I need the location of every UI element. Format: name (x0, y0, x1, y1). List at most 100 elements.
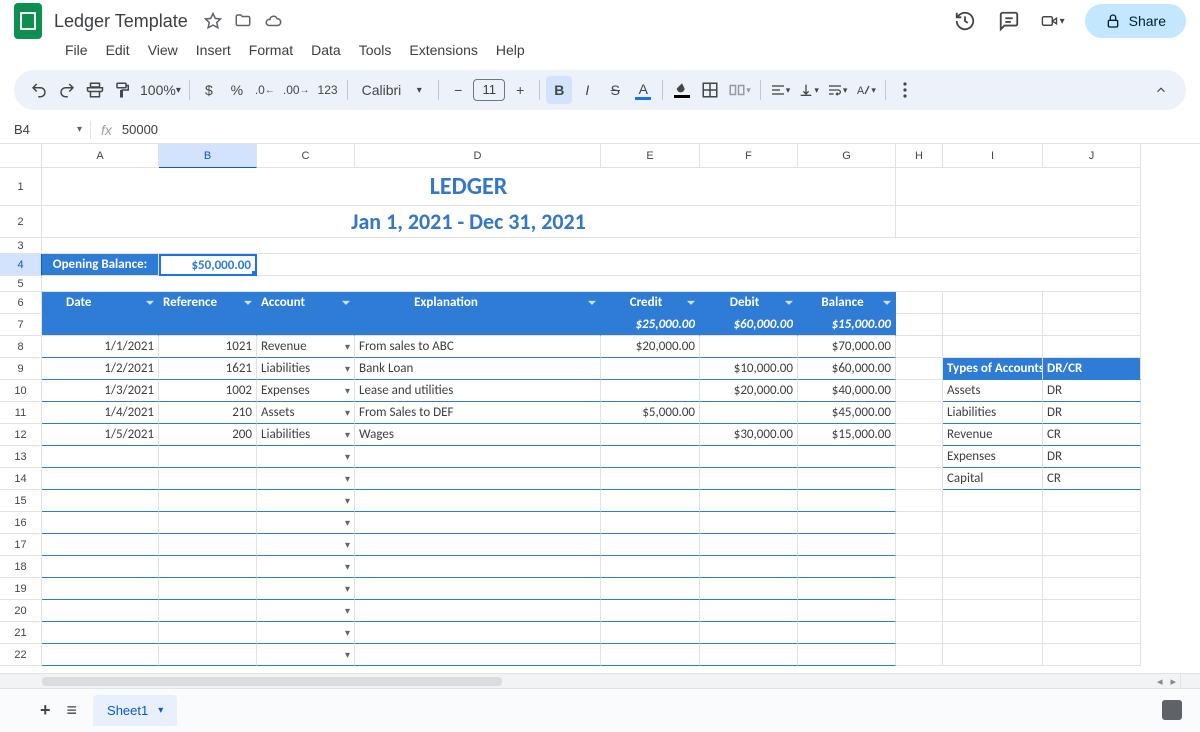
cell-debit[interactable] (700, 336, 798, 358)
cell-date[interactable] (42, 446, 159, 468)
menu-data[interactable]: Data (302, 42, 350, 58)
cell-debit[interactable] (700, 402, 798, 424)
cell-blank[interactable] (1043, 578, 1141, 600)
cell-blank[interactable] (943, 578, 1043, 600)
row-header-1[interactable]: 1 (0, 168, 42, 206)
cell-explanation[interactable] (355, 556, 601, 578)
side-type[interactable]: Expenses (943, 446, 1043, 468)
side-drcr[interactable]: DR (1043, 380, 1141, 402)
comment-icon[interactable] (997, 9, 1021, 33)
cell-date[interactable]: 1/2/2021 (42, 358, 159, 380)
cell-blank[interactable] (896, 622, 943, 644)
row-header-21[interactable]: 21 (0, 622, 42, 644)
col-header-J[interactable]: J (1043, 144, 1141, 168)
cell-credit[interactable]: $20,000.00 (601, 336, 700, 358)
col-date[interactable]: Date⏷ (42, 292, 159, 314)
fontsize-dec-icon[interactable]: − (445, 76, 471, 104)
cell-account[interactable]: Revenue▾ (257, 336, 355, 358)
row-header-6[interactable]: 6 (0, 292, 42, 314)
fontsize-inc-icon[interactable]: + (507, 76, 533, 104)
cell-debit[interactable]: $20,000.00 (700, 380, 798, 402)
cell-debit[interactable] (700, 446, 798, 468)
cell-explanation[interactable] (355, 468, 601, 490)
cell-blank[interactable] (896, 490, 943, 512)
row-header-13[interactable]: 13 (0, 446, 42, 468)
cell-blank[interactable] (943, 600, 1043, 622)
cell-date[interactable] (42, 644, 159, 666)
cell-ref[interactable] (159, 512, 257, 534)
cell-date[interactable] (42, 468, 159, 490)
row-header-20[interactable]: 20 (0, 600, 42, 622)
collapse-icon[interactable] (1148, 76, 1174, 104)
side-header-type[interactable]: Types of Accounts (943, 358, 1043, 380)
menu-view[interactable]: View (139, 42, 187, 58)
side-type[interactable]: Revenue (943, 424, 1043, 446)
cell-ref[interactable]: 1621 (159, 358, 257, 380)
menu-edit[interactable]: Edit (97, 42, 139, 58)
cell-explanation[interactable] (355, 578, 601, 600)
cloud-icon[interactable] (264, 12, 282, 30)
cell-explanation[interactable] (355, 446, 601, 468)
cell-blank[interactable] (896, 402, 943, 424)
cell-balance[interactable] (798, 644, 896, 666)
side-drcr[interactable]: CR (1043, 424, 1141, 446)
print-icon[interactable] (82, 76, 108, 104)
undo-icon[interactable] (26, 76, 52, 104)
cell-ref[interactable]: 1021 (159, 336, 257, 358)
halign-icon[interactable]: ▾ (767, 76, 794, 104)
cell-credit[interactable] (601, 490, 700, 512)
cell-blank[interactable] (896, 292, 943, 314)
col-header-C[interactable]: C (257, 144, 355, 168)
ledger-subtitle[interactable]: Jan 1, 2021 - Dec 31, 2021 (42, 206, 896, 238)
cell-ref[interactable] (159, 534, 257, 556)
cell-account[interactable]: ▾ (257, 578, 355, 600)
history-icon[interactable] (953, 9, 977, 33)
textcolor-icon[interactable]: A (630, 76, 656, 104)
cell-blank[interactable] (257, 254, 1141, 276)
menu-extensions[interactable]: Extensions (400, 42, 486, 58)
cell-account[interactable]: ▾ (257, 622, 355, 644)
menu-insert[interactable]: Insert (187, 42, 240, 58)
cell-debit[interactable] (700, 556, 798, 578)
cell-blank[interactable] (896, 512, 943, 534)
menu-format[interactable]: Format (240, 42, 302, 58)
cell-blank[interactable] (896, 168, 1141, 206)
cell-ref[interactable]: 200 (159, 424, 257, 446)
horizontal-scrollbar[interactable]: ◂▸ (0, 673, 1180, 688)
format-123-icon[interactable]: 123 (315, 76, 341, 104)
cell-account[interactable]: ▾ (257, 446, 355, 468)
row-header-7[interactable]: 7 (0, 314, 42, 336)
spreadsheet-grid[interactable]: ABCDEFGHIJ 12345678910111213141516171819… (0, 144, 1200, 684)
side-drcr[interactable]: DR (1043, 402, 1141, 424)
cell-balance[interactable] (798, 578, 896, 600)
cell-explanation[interactable]: From sales to ABC (355, 336, 601, 358)
cell-date[interactable]: 1/1/2021 (42, 336, 159, 358)
rotate-icon[interactable]: A▾ (852, 76, 879, 104)
row-header-22[interactable]: 22 (0, 644, 42, 666)
sum-debit[interactable]: $60,000.00 (700, 314, 798, 336)
cell-ref[interactable] (159, 490, 257, 512)
cell-account[interactable]: ▾ (257, 490, 355, 512)
cell-blank[interactable] (42, 314, 159, 336)
cell-balance[interactable] (798, 556, 896, 578)
sheet-tab-1[interactable]: Sheet1▾ (93, 695, 177, 726)
cell-blank[interactable] (896, 644, 943, 666)
side-header-drcr[interactable]: DR/CR (1043, 358, 1141, 380)
cell-explanation[interactable]: Lease and utilities (355, 380, 601, 402)
cell-blank[interactable] (896, 380, 943, 402)
cell-blank[interactable] (943, 556, 1043, 578)
cell-blank[interactable] (1043, 534, 1141, 556)
more-icon[interactable] (892, 76, 918, 104)
cell-blank[interactable] (943, 622, 1043, 644)
font-select[interactable]: Calibri (354, 76, 405, 104)
cell-credit[interactable] (601, 468, 700, 490)
menu-file[interactable]: File (56, 42, 97, 58)
cell-balance[interactable] (798, 600, 896, 622)
row-header-14[interactable]: 14 (0, 468, 42, 490)
cell-balance[interactable] (798, 534, 896, 556)
share-button[interactable]: Share (1085, 4, 1186, 38)
cell-ref[interactable]: 210 (159, 402, 257, 424)
cell-blank[interactable] (1043, 314, 1141, 336)
cell-blank[interactable] (1043, 292, 1141, 314)
cell-balance[interactable] (798, 490, 896, 512)
